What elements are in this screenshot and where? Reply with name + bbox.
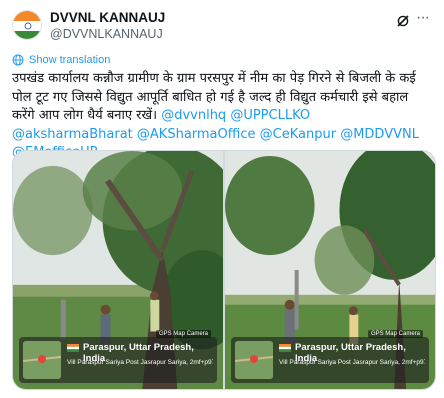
grok-icon[interactable] [396,14,410,28]
author-handle[interactable]: @DVVNLKANNAUJ [50,26,165,42]
mention-link[interactable]: @dvvnlhq [161,108,226,123]
gps-overlay: GPS Map Camera Paraspur, Uttar Pradesh, … [19,330,217,383]
gps-camera-tag: GPS Map Camera [155,330,211,338]
mention-link[interactable]: @aksharmaBharat [12,127,133,142]
tweet-photo-1[interactable]: GPS Map Camera Paraspur, Uttar Pradesh, … [13,151,223,389]
gps-minimap-icon [235,341,273,379]
globe-icon [12,54,24,66]
gps-address: Vill Paraspur Sariya Post Jasrapur Sariy… [279,359,425,366]
india-flag-icon [67,344,79,352]
mention-link[interactable]: @UPPCLLKO [230,108,310,123]
show-translation-label: Show translation [29,54,111,66]
mention-link[interactable]: @MDDVVNL [340,127,419,142]
gps-overlay: GPS Map Camera Paraspur, Uttar Pradesh, … [231,330,429,383]
india-flag-icon [279,344,291,352]
author-avatar[interactable] [12,10,42,40]
tweet-header: DVVNL KANNAUJ @DVVNLKANNAUJ ··· [12,10,432,44]
more-options-icon[interactable]: ··· [416,10,432,28]
show-translation-link[interactable]: Show translation [12,52,110,68]
media-grid: GPS Map Camera Paraspur, Uttar Pradesh, … [12,150,436,390]
author-display-name[interactable]: DVVNL KANNAUJ [50,10,165,26]
india-flag-avatar-icon [13,11,41,39]
gps-address: Vill Paraspur Sariya Post Jasrapur Sariy… [67,359,213,366]
mention-link[interactable]: @CeKanpur [260,127,336,142]
tweet-photo-2[interactable]: GPS Map Camera Paraspur, Uttar Pradesh, … [225,151,435,389]
gps-minimap-icon [23,341,61,379]
mention-link[interactable]: @AKSharmaOffice [137,127,256,142]
gps-camera-tag: GPS Map Camera [367,330,423,338]
